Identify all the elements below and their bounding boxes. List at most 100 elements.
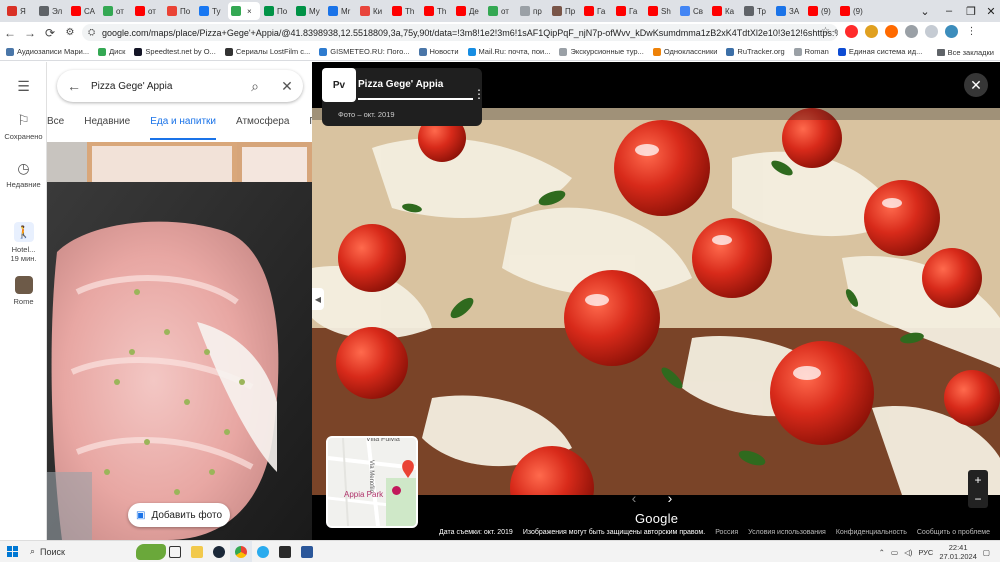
- search-icon[interactable]: ⌕: [239, 78, 271, 95]
- sidepanel-icon[interactable]: [925, 25, 938, 38]
- browser-tab[interactable]: (9): [837, 2, 868, 20]
- browser-tab[interactable]: Тр: [741, 2, 772, 20]
- photo-thumbnail-mortadella[interactable]: [47, 142, 312, 540]
- browser-tab[interactable]: ×: [228, 2, 260, 20]
- browser-tab[interactable]: Я: [4, 2, 35, 20]
- bookmark-item[interactable]: Одноклассники: [652, 47, 717, 56]
- browser-tab[interactable]: По: [164, 2, 195, 20]
- collapse-panel-button[interactable]: ◀: [312, 288, 324, 310]
- bookmark-item[interactable]: Аудиозаписи Мари...: [6, 47, 89, 56]
- back-icon[interactable]: ←: [0, 23, 20, 43]
- prev-photo-icon[interactable]: ‹: [622, 486, 646, 510]
- browser-tab[interactable]: Пр: [549, 2, 580, 20]
- bookmark-item[interactable]: Roman: [793, 47, 829, 56]
- browser-tab[interactable]: Th: [389, 2, 420, 20]
- next-photo-icon[interactable]: ›: [658, 486, 682, 510]
- mini-map[interactable]: Villa Fulvia Via Menofilo Appia Park: [326, 436, 418, 528]
- steam-icon[interactable]: [208, 541, 230, 562]
- chrome-icon[interactable]: [230, 540, 252, 562]
- bookmark-item[interactable]: Единая система ид...: [837, 47, 922, 56]
- browser-tab[interactable]: (9): [805, 2, 836, 20]
- browser-tab[interactable]: Га: [613, 2, 644, 20]
- terms-link[interactable]: Условия использования: [748, 529, 826, 540]
- minimize-icon[interactable]: –: [938, 0, 960, 22]
- browser-tab[interactable]: Му: [293, 2, 324, 20]
- maximize-icon[interactable]: ❐: [960, 0, 982, 22]
- profile-avatar[interactable]: [945, 25, 958, 38]
- volume-icon[interactable]: ◁): [904, 548, 912, 557]
- rail-recent[interactable]: ◷ Недавние: [0, 160, 47, 189]
- forward-icon[interactable]: →: [20, 23, 40, 43]
- menu-hamburger-icon[interactable]: ☰: [0, 78, 47, 98]
- all-bookmarks-button[interactable]: Все закладки: [930, 43, 994, 60]
- extension-icon[interactable]: [885, 25, 898, 38]
- browser-tab[interactable]: Де: [453, 2, 484, 20]
- taskbar-search[interactable]: ⌕ Поиск: [24, 541, 166, 562]
- opera-icon[interactable]: [845, 25, 858, 38]
- browser-tab[interactable]: Ка: [709, 2, 740, 20]
- notifications-icon[interactable]: ▢: [983, 548, 990, 557]
- browser-tab[interactable]: Эл: [36, 2, 67, 20]
- search-input[interactable]: Pizza Gege' Appia: [91, 81, 239, 92]
- clear-icon[interactable]: ✕: [271, 78, 303, 95]
- browser-tab[interactable]: Mr: [325, 2, 356, 20]
- bookmark-item[interactable]: Экскурсионные тур...: [559, 47, 644, 56]
- photo-tab[interactable]: Недавние: [84, 116, 130, 140]
- bookmark-item[interactable]: GISMETEO.RU: Пого...: [319, 47, 410, 56]
- bookmark-item[interactable]: Диск: [98, 47, 125, 56]
- browser-tab[interactable]: Ту: [196, 2, 227, 20]
- bookmark-item[interactable]: Speedtest.net by O...: [134, 47, 216, 56]
- bookmark-item[interactable]: Mail.Ru: почта, пои...: [467, 47, 550, 56]
- back-arrow-icon[interactable]: ←: [57, 78, 91, 94]
- browser-tab[interactable]: Sh: [645, 2, 676, 20]
- browser-tab[interactable]: ЗА: [773, 2, 804, 20]
- bookmark-item[interactable]: RuTracker.org: [726, 47, 785, 56]
- network-icon[interactable]: ▭: [891, 548, 898, 557]
- browser-tab[interactable]: от: [485, 2, 516, 20]
- file-explorer-icon[interactable]: [186, 541, 208, 562]
- add-photo-button[interactable]: ▣ Добавить фото: [128, 503, 230, 527]
- more-options-icon[interactable]: ⋮: [473, 87, 485, 101]
- zoom-out-icon[interactable]: −: [974, 492, 981, 506]
- browser-tab[interactable]: СА: [68, 2, 99, 20]
- rail-hotel[interactable]: 🚶 Hotel... 19 мин.: [0, 222, 47, 263]
- search-box[interactable]: ← Pizza Gege' Appia ⌕ ✕: [57, 70, 303, 102]
- privacy-link[interactable]: Конфиденциальность: [836, 529, 907, 540]
- browser-tab[interactable]: Св: [677, 2, 708, 20]
- photo-tab[interactable]: Еда и напитки: [150, 116, 217, 140]
- word-icon[interactable]: [296, 541, 318, 562]
- clock[interactable]: 22:41 27.01.2024: [939, 543, 977, 561]
- photo-tab[interactable]: Атмосфера: [236, 116, 289, 140]
- windows-start-icon[interactable]: [0, 541, 24, 562]
- task-view-icon[interactable]: [164, 541, 186, 562]
- puzzle-icon[interactable]: [905, 25, 918, 38]
- bookmark-item[interactable]: Новости: [418, 47, 459, 56]
- browser-tab[interactable]: По: [261, 2, 292, 20]
- menu-dots-icon[interactable]: ⋮: [965, 25, 978, 38]
- close-viewer-button[interactable]: ✕: [964, 73, 988, 97]
- browser-tab[interactable]: Га: [581, 2, 612, 20]
- extension-icon[interactable]: [865, 25, 878, 38]
- contributor-avatar[interactable]: Рv: [322, 68, 356, 102]
- report-link[interactable]: Сообщить о проблеме: [917, 529, 990, 540]
- tab-search-icon[interactable]: ⌄: [914, 0, 936, 22]
- photo-tab[interactable]: Все: [47, 116, 64, 140]
- site-info-icon[interactable]: ⚙: [60, 23, 80, 43]
- country-link[interactable]: Россия: [715, 529, 738, 540]
- browser-tab[interactable]: пр: [517, 2, 548, 20]
- browser-tab[interactable]: Th: [421, 2, 452, 20]
- url-field[interactable]: ⛭ google.com/maps/place/Pizza+Gege'+Appi…: [82, 24, 838, 41]
- tray-chevron-icon[interactable]: ⌃: [879, 548, 885, 557]
- rail-rome[interactable]: Rome: [0, 276, 47, 306]
- telegram-icon[interactable]: [252, 541, 274, 562]
- close-tab-icon[interactable]: ×: [247, 7, 252, 16]
- zoom-in-icon[interactable]: +: [974, 473, 981, 487]
- browser-tab[interactable]: Ки: [357, 2, 388, 20]
- bookmark-item[interactable]: Сериалы LostFilm с...: [224, 47, 310, 56]
- reload-icon[interactable]: ⟳: [40, 23, 60, 43]
- media-app-icon[interactable]: [274, 541, 296, 562]
- browser-tab[interactable]: от: [132, 2, 163, 20]
- keyboard-language[interactable]: РУС: [918, 548, 933, 557]
- browser-tab[interactable]: от: [100, 2, 131, 20]
- close-window-icon[interactable]: ✕: [980, 0, 1000, 22]
